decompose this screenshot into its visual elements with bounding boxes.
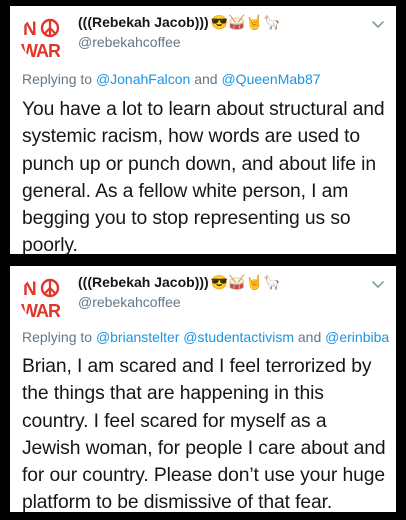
mention-link[interactable]: @QueenMab87 <box>221 71 320 87</box>
replying-to: Replying to @JonahFalcon and @QueenMab87 <box>22 71 321 87</box>
no-war-logo: N WAR <box>21 278 62 321</box>
mention-link[interactable]: @JonahFalcon <box>96 71 190 87</box>
chevron-down-icon[interactable] <box>370 276 386 292</box>
author-emojis: 😎🥁🤘🦙 <box>210 274 281 290</box>
author-name[interactable]: (((Rebekah Jacob))) 😎🥁🤘🦙 <box>78 13 280 31</box>
no-war-logo: N WAR <box>21 18 62 61</box>
author-handle[interactable]: @rebekahcoffee <box>78 33 181 51</box>
svg-text:N: N <box>23 279 37 300</box>
avatar[interactable]: N WAR <box>20 275 70 321</box>
tweet-card: N WAR (((Rebekah Jacob))) 😎🥁🤘🦙 @rebekahco… <box>10 6 396 256</box>
mention-link[interactable]: @brianstelter <box>96 329 179 345</box>
mention-link[interactable]: @erinbiba <box>325 329 389 345</box>
avatar[interactable]: N WAR <box>20 15 70 61</box>
svg-text:WAR: WAR <box>21 41 61 61</box>
tweet-text: You have a lot to learn about structural… <box>22 99 385 257</box>
mention-link[interactable]: @studentactivism <box>183 329 294 345</box>
replying-to: Replying to @brianstelter @studentactivi… <box>22 329 390 345</box>
svg-text:N: N <box>23 19 37 40</box>
tweet-card: N WAR (((Rebekah Jacob))) 😎🥁🤘🦙 @rebekahco… <box>10 266 396 513</box>
svg-text:WAR: WAR <box>21 301 61 321</box>
author-handle[interactable]: @rebekahcoffee <box>78 293 181 311</box>
chevron-down-icon[interactable] <box>370 16 386 32</box>
tweet-text: Brian, I am scared and I feel terrorized… <box>22 356 386 514</box>
author-name[interactable]: (((Rebekah Jacob))) 😎🥁🤘🦙 <box>78 273 280 291</box>
author-emojis: 😎🥁🤘🦙 <box>210 14 281 30</box>
